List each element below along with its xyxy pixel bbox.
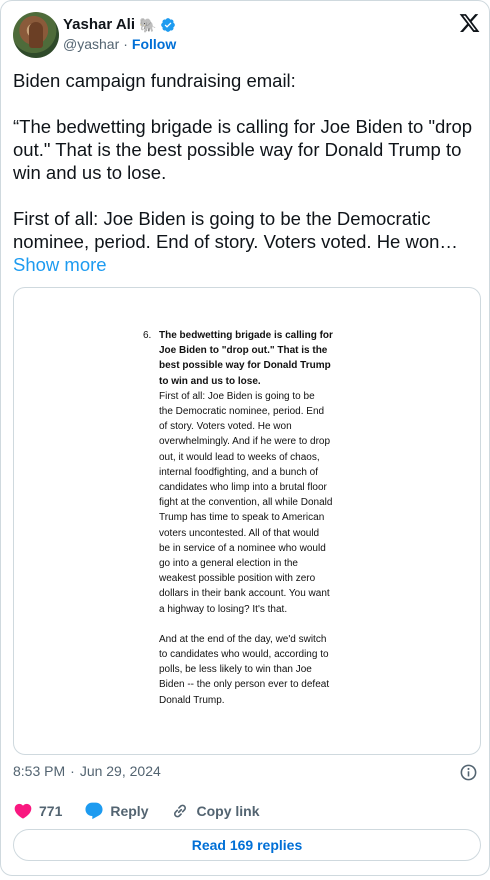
tweet-text: Biden campaign fundraising email: “The b… xyxy=(13,69,477,276)
link-icon xyxy=(174,804,187,818)
handle-separator: · xyxy=(123,36,128,52)
excerpt-line: weakest possible position with zero xyxy=(159,573,316,585)
excerpt-line: best possible way for Donald Trump xyxy=(159,360,331,372)
tweet-time[interactable]: 8:53 PM xyxy=(13,763,65,779)
excerpt-line: internal foodfighting, and a bunch of xyxy=(159,466,319,478)
tweet-meta: 8:53 PM · Jun 29, 2024 xyxy=(13,763,161,779)
excerpt-line: dollars in their bank account. You want xyxy=(159,588,330,600)
tweet-actions: 771 Reply Copy link xyxy=(13,801,282,821)
excerpt-line: be in service of a nominee who would xyxy=(159,542,326,554)
author-name-row: Yashar Ali 🐘 xyxy=(63,16,176,33)
excerpt-line: fight at the convention, all while Donal… xyxy=(159,497,333,509)
excerpt-paragraph-2: And at the end of the day, we'd switch to… xyxy=(159,632,368,708)
excerpt-line: Biden -- the only person ever to defeat xyxy=(159,679,330,691)
tweet-date[interactable]: Jun 29, 2024 xyxy=(80,763,161,779)
tweet-media-image[interactable]: 6. The bedwetting brigade is calling for… xyxy=(13,287,481,755)
reply-button[interactable]: Reply xyxy=(84,801,148,821)
reply-label: Reply xyxy=(110,803,149,819)
tweet-card: Yashar Ali 🐘 @yashar · Follow Biden camp… xyxy=(0,0,490,876)
excerpt-line: a highway to losing? It's that. xyxy=(159,603,288,615)
excerpt-heading: The bedwetting brigade is calling for Joe… xyxy=(159,328,368,389)
tweet-header: Yashar Ali 🐘 @yashar · Follow xyxy=(13,12,481,58)
excerpt-line: Donald Trump. xyxy=(159,694,225,706)
show-more-link[interactable]: Show more xyxy=(13,254,107,275)
excerpt-line: First of all: Joe Biden is going to be xyxy=(159,390,315,402)
excerpt-line: to candidates who would, according to xyxy=(159,649,329,661)
email-excerpt: 6. The bedwetting brigade is calling for… xyxy=(143,328,368,708)
info-icon[interactable] xyxy=(459,763,478,782)
heart-icon xyxy=(14,803,32,819)
excerpt-line: out, it would lead to weeks of chaos, xyxy=(159,451,320,463)
author-handle-row: @yashar · Follow xyxy=(63,36,176,52)
excerpt-content: The bedwetting brigade is calling for Joe… xyxy=(159,328,368,708)
excerpt-line: the Democratic nominee, period. End xyxy=(159,406,325,418)
author-display-name[interactable]: Yashar Ali xyxy=(63,16,135,33)
excerpt-line: polls, be less likely to win than Joe xyxy=(159,664,312,676)
read-replies-button[interactable]: Read 169 replies xyxy=(13,829,481,861)
excerpt-paragraph-1: First of all: Joe Biden is going to be th… xyxy=(159,389,368,617)
excerpt-line: The bedwetting brigade is calling for xyxy=(159,330,333,341)
avatar-figure xyxy=(29,22,43,48)
elephant-emoji-icon: 🐘 xyxy=(138,16,157,33)
excerpt-line: Joe Biden to "drop out." That is the xyxy=(159,345,328,357)
excerpt-line: candidates who limp into a brutal floor xyxy=(159,482,327,494)
meta-separator: · xyxy=(70,763,75,779)
copy-link-label: Copy link xyxy=(196,803,260,819)
excerpt-line: of story. Voters voted. He won xyxy=(159,421,292,433)
excerpt-line: Trump has time to speak to American xyxy=(159,512,325,524)
excerpt-line: overwhelmingly. And if he were to drop xyxy=(159,436,331,448)
tweet-body: Biden campaign fundraising email: “The b… xyxy=(13,70,473,252)
like-button[interactable]: 771 xyxy=(13,801,62,821)
excerpt-line: to win and us to lose. xyxy=(159,375,261,387)
excerpt-line: voters uncontested. All of that would xyxy=(159,527,320,539)
excerpt-line: And at the end of the day, we'd switch xyxy=(159,633,327,645)
item-number: 6. xyxy=(143,330,152,341)
verified-badge-icon xyxy=(161,17,176,32)
follow-button[interactable]: Follow xyxy=(132,36,176,52)
x-logo-icon[interactable] xyxy=(458,12,481,34)
excerpt-line: go into a general election in the xyxy=(159,558,298,570)
like-count: 771 xyxy=(39,803,63,819)
avatar[interactable] xyxy=(13,12,59,58)
copy-link-button[interactable]: Copy link xyxy=(170,801,260,821)
author-handle[interactable]: @yashar xyxy=(63,36,119,52)
reply-bubble-icon xyxy=(85,802,103,820)
